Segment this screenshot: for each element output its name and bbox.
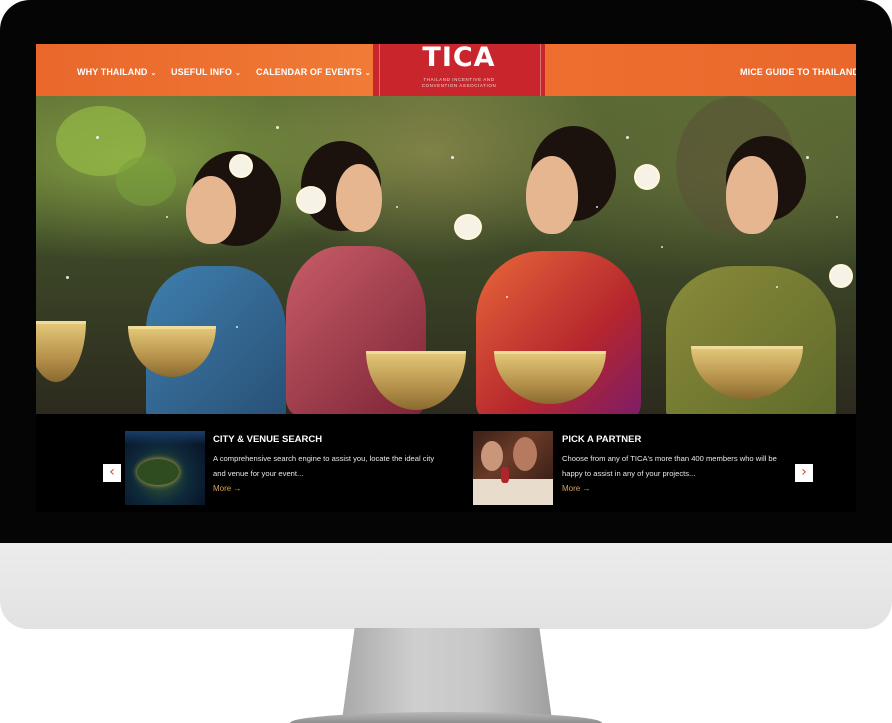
card-more-link[interactable]: More → — [562, 484, 590, 493]
water-droplet — [451, 156, 454, 159]
card-description: A comprehensive search engine to assist … — [213, 454, 435, 478]
wine-glass-shape — [501, 467, 509, 483]
water-droplet — [506, 296, 508, 298]
chevron-down-icon: ⌄ — [234, 70, 241, 77]
card-description: Choose from any of TICA's more than 400 … — [562, 454, 777, 478]
water-droplet — [596, 206, 598, 208]
silver-bowl — [36, 321, 86, 382]
logo-subtitle-line2: CONVENTION ASSOCIATION — [421, 83, 497, 88]
monitor-stand-base — [290, 712, 602, 723]
chevron-down-icon: ⌄ — [364, 70, 371, 77]
face — [186, 176, 236, 244]
water-droplet — [836, 216, 838, 218]
water-droplet — [66, 276, 69, 279]
flower-icon — [456, 216, 480, 238]
face — [526, 156, 578, 234]
sky-gradient — [125, 431, 205, 445]
nav-calendar-label: CALENDAR OF EVENTS — [256, 67, 362, 77]
card-title-pick-a-partner[interactable]: PICK A PARTNER — [562, 434, 641, 445]
water-droplet — [806, 156, 809, 159]
water-droplet — [236, 326, 238, 328]
foliage-shape — [116, 156, 176, 206]
person-shape — [481, 441, 503, 471]
nav-why-thailand-label: WHY THAILAND — [77, 67, 148, 77]
card-title-city-venue-search[interactable]: CITY & VENUE SEARCH — [213, 434, 322, 445]
table-shape — [473, 479, 553, 505]
flower-icon — [636, 166, 658, 188]
nav-calendar-of-events[interactable]: CALENDAR OF EVENTS ⌄ — [256, 67, 371, 77]
nav-useful-info-label: USEFUL INFO — [171, 67, 232, 77]
hero-photo — [36, 96, 856, 414]
face — [336, 164, 382, 232]
flower-icon — [298, 188, 324, 212]
water-droplet — [396, 206, 398, 208]
carousel-next-button[interactable]: › — [795, 464, 813, 482]
water-droplet — [626, 136, 629, 139]
website-screen: WHY THAILAND ⌄ USEFUL INFO ⌄ CALENDAR OF E… — [36, 44, 856, 512]
person-shape — [513, 437, 537, 471]
monitor-stand — [342, 628, 552, 720]
water-droplet — [166, 216, 168, 218]
logo-text: TICA — [422, 44, 496, 73]
carousel-prev-button[interactable]: ‹ — [103, 464, 121, 482]
nav-useful-info[interactable]: USEFUL INFO ⌄ — [171, 67, 241, 77]
monitor-chin — [0, 543, 892, 629]
feature-carousel: ‹ CITY & VENUE SEARCH A comprehensive se… — [36, 414, 856, 512]
nav-mice-guide[interactable]: MICE GUIDE TO THAILAND — [740, 67, 856, 77]
satellite-map-thumbnail-icon[interactable] — [125, 431, 205, 505]
chevron-down-icon: ⌄ — [150, 70, 157, 77]
water-droplet — [276, 126, 279, 129]
face — [726, 156, 778, 234]
nav-why-thailand[interactable]: WHY THAILAND ⌄ — [77, 67, 157, 77]
landmass-shape — [137, 459, 179, 485]
water-droplet — [96, 136, 99, 139]
logo-subtitle: THAILAND INCENTIVE AND CONVENTION ASSOCI… — [373, 77, 545, 89]
card-more-link[interactable]: More → — [213, 484, 241, 493]
dinner-party-thumbnail-icon[interactable] — [473, 431, 553, 505]
water-droplet — [661, 246, 663, 248]
flower-icon — [831, 266, 851, 286]
flower-icon — [231, 156, 251, 176]
water-droplet — [776, 286, 778, 288]
